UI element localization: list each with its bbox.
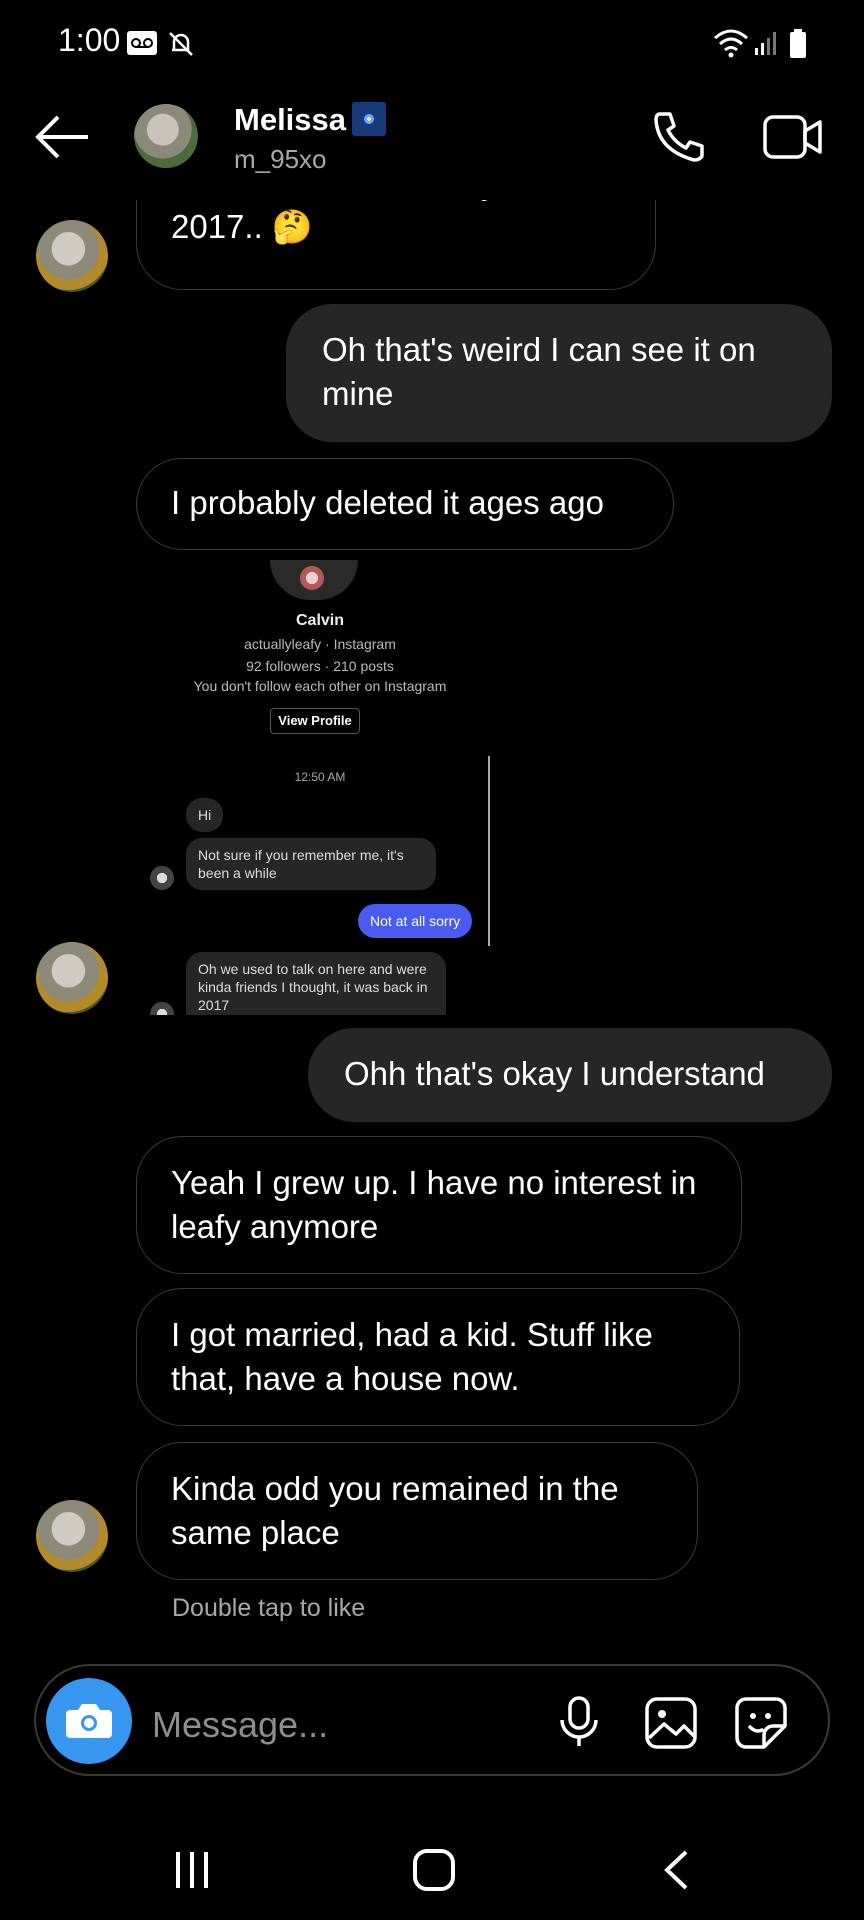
status-time: 1:00 xyxy=(58,22,121,58)
signal-icon xyxy=(755,32,776,55)
embedded-view-profile-button: View Profile xyxy=(270,708,360,734)
shared-screenshot[interactable]: Calvin actuallyleafy · Instagram 92 foll… xyxy=(140,560,500,1015)
back-arrow-icon[interactable] xyxy=(34,112,92,162)
embedded-sender-avatar xyxy=(150,866,174,890)
embedded-timestamp: 12:50 AM xyxy=(294,770,346,784)
gallery-icon[interactable] xyxy=(644,1696,698,1750)
incoming-message[interactable]: Yeah I grew up. I have no interest in le… xyxy=(136,1136,742,1274)
camera-button[interactable] xyxy=(46,1678,132,1764)
phone-call-icon[interactable] xyxy=(652,110,706,164)
voicemail-icon xyxy=(127,31,157,55)
message-text: There is no dm history from 2017.. 🤔 xyxy=(171,200,573,245)
incoming-message[interactable]: I probably deleted it ages ago xyxy=(136,458,674,550)
sender-avatar[interactable] xyxy=(36,942,108,1014)
embedded-scrollbar xyxy=(488,756,490,946)
wifi-icon xyxy=(714,29,748,58)
embedded-sender-avatar xyxy=(150,1002,174,1015)
embedded-outgoing-message: Not at all sorry xyxy=(358,904,473,938)
microphone-icon[interactable] xyxy=(558,1696,600,1748)
incoming-message[interactable]: There is no dm history from 2017.. 🤔 xyxy=(136,200,656,290)
notifications-off-icon xyxy=(169,32,193,56)
embedded-profile-stats: 92 followers · 210 posts xyxy=(246,658,394,674)
video-call-icon[interactable] xyxy=(762,112,824,162)
message-text: Ohh that's okay I understand xyxy=(344,1055,765,1092)
embedded-profile-name: Calvin xyxy=(295,612,344,629)
sender-avatar[interactable] xyxy=(36,1500,108,1572)
message-input[interactable] xyxy=(150,1694,534,1756)
incoming-message[interactable]: I got married, had a kid. Stuff like tha… xyxy=(136,1288,740,1426)
message-text: Oh that's weird I can see it on mine xyxy=(322,331,756,412)
sparkle-emoji-icon xyxy=(352,102,387,136)
message-text: I got married, had a kid. Stuff like tha… xyxy=(171,1316,653,1397)
contact-name[interactable]: Melissa xyxy=(234,102,387,138)
sender-avatar[interactable] xyxy=(36,220,108,292)
contact-avatar[interactable] xyxy=(134,104,198,168)
outgoing-message[interactable]: Oh that's weird I can see it on mine xyxy=(286,304,832,442)
embedded-message: Not sure if you remember me, it's been a… xyxy=(186,838,436,890)
camera-icon xyxy=(66,1704,112,1738)
embedded-follow-note: You don't follow each other on Instagram xyxy=(193,678,447,694)
embedded-avatar-photo xyxy=(300,566,324,590)
embedded-message: Oh we used to talk on here and were kind… xyxy=(186,952,446,1015)
embedded-profile-avatar xyxy=(270,560,358,600)
contact-handle: m_95xo xyxy=(234,144,327,174)
outgoing-message[interactable]: Ohh that's okay I understand xyxy=(308,1028,832,1122)
chat-clip: There is no dm history from 2017.. 🤔 xyxy=(0,200,864,296)
nav-back-icon[interactable] xyxy=(662,1850,690,1890)
battery-icon xyxy=(790,29,806,58)
double-tap-hint: Double tap to like xyxy=(172,1594,366,1622)
recent-apps-icon[interactable] xyxy=(172,1850,212,1890)
contact-name-text: Melissa xyxy=(234,102,347,137)
message-text: Kinda odd you remained in the same place xyxy=(171,1470,619,1551)
home-icon[interactable] xyxy=(412,1848,456,1892)
embedded-profile-handle: actuallyleafy · Instagram xyxy=(244,636,396,652)
message-text: I probably deleted it ages ago xyxy=(171,484,604,521)
embedded-message: Hi xyxy=(186,798,224,832)
incoming-message[interactable]: Kinda odd you remained in the same place xyxy=(136,1442,698,1580)
sticker-icon[interactable] xyxy=(734,1696,788,1750)
message-text: Yeah I grew up. I have no interest in le… xyxy=(171,1164,697,1245)
